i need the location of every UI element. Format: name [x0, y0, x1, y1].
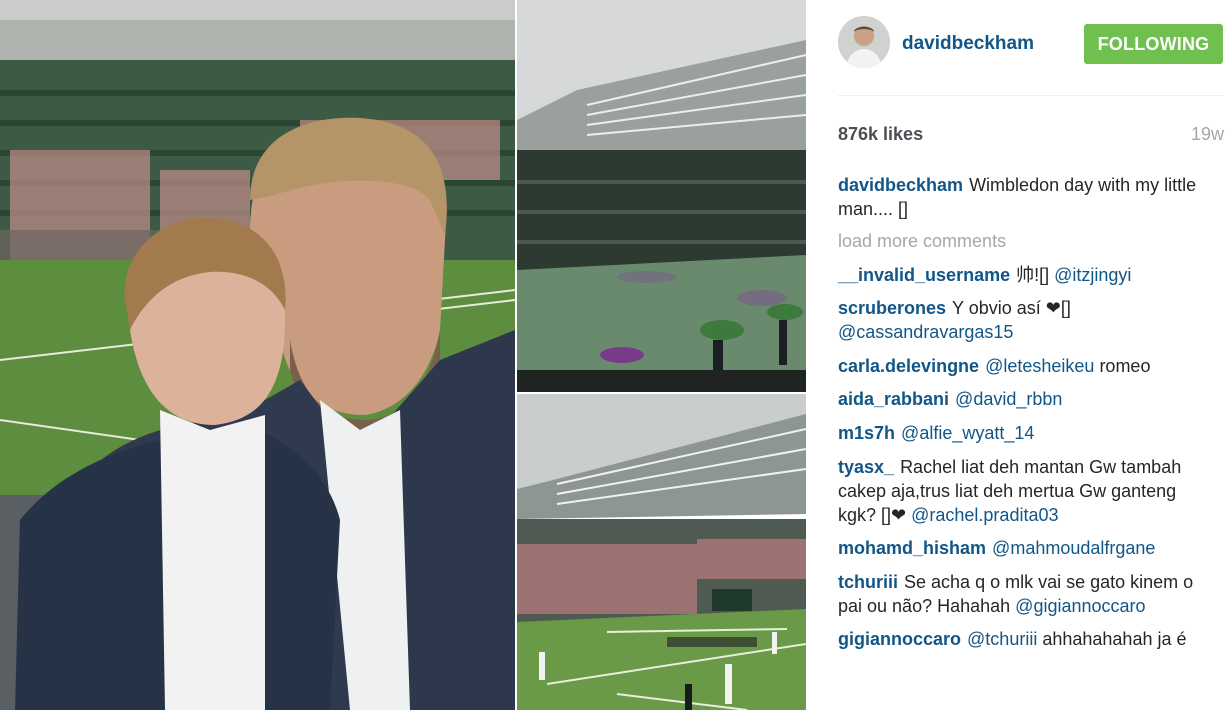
comment-username[interactable]: tyasx_: [838, 457, 894, 477]
photo-father-son[interactable]: [0, 0, 515, 710]
comment-item: tchuriii Se acha q o mlk vai se gato kine…: [838, 570, 1208, 618]
following-button[interactable]: FOLLOWING: [1084, 24, 1223, 64]
post-age[interactable]: 19w: [1191, 124, 1224, 145]
comment-item: aida_rabbani @david_rbbn: [838, 387, 1208, 411]
comment-username[interactable]: scruberones: [838, 298, 946, 318]
likes-count[interactable]: 876k likes: [838, 124, 923, 145]
comment-username[interactable]: tchuriii: [838, 572, 898, 592]
header-divider: [838, 95, 1224, 96]
post-photo-collage[interactable]: [0, 0, 806, 710]
post-author-username[interactable]: davidbeckham: [902, 33, 1034, 55]
comments-list: davidbeckham Wimbledon day with my little…: [838, 173, 1208, 661]
comment-mention[interactable]: @alfie_wyatt_14: [901, 423, 1034, 443]
comment-item: mohamd_hisham @mahmoudalfrgane: [838, 536, 1208, 560]
comment-mention[interactable]: @david_rbbn: [955, 389, 1062, 409]
photo-father-son-image: [0, 0, 515, 710]
post-details-panel: davidbeckham FOLLOWING 876k likes 19w da…: [806, 0, 1231, 710]
comment-mention[interactable]: @mahmoudalfrgane: [992, 538, 1155, 558]
comment-username[interactable]: aida_rabbani: [838, 389, 949, 409]
comment-username[interactable]: gigiannoccaro: [838, 629, 961, 649]
comment-mention[interactable]: @gigiannoccaro: [1015, 596, 1145, 616]
comment-mention[interactable]: @itzjingyi: [1054, 265, 1131, 285]
avatar[interactable]: [838, 16, 890, 68]
avatar-image: [838, 16, 890, 68]
comment-item: m1s7h @alfie_wyatt_14: [838, 421, 1208, 445]
likes-row: 876k likes 19w: [838, 124, 1224, 148]
post-header: davidbeckham FOLLOWING: [838, 16, 1228, 72]
comment-item: gigiannoccaro @tchuriii ahhahahahah ja é: [838, 627, 1208, 651]
comment-text-after: ahhahahahah ja é: [1042, 629, 1187, 650]
photo-centre-court-match-image: [517, 394, 806, 710]
comment-username[interactable]: carla.delevingne: [838, 356, 979, 376]
photo-centre-court-covered-image: [517, 0, 806, 392]
comment-text: Y obvio así ❤[]: [952, 298, 1071, 319]
comment-mention[interactable]: @rachel.pradita03: [911, 505, 1058, 525]
comment-username[interactable]: m1s7h: [838, 423, 895, 443]
comment-mention[interactable]: @tchuriii: [967, 629, 1037, 649]
caption: davidbeckham Wimbledon day with my little…: [838, 173, 1208, 221]
caption-username[interactable]: davidbeckham: [838, 175, 963, 195]
comment-username[interactable]: __invalid_username: [838, 265, 1010, 285]
comment-text-after: romeo: [1099, 355, 1151, 376]
comment-text: 帅![]: [1016, 264, 1050, 285]
photo-centre-court-covered[interactable]: [517, 0, 806, 392]
photo-centre-court-match[interactable]: [517, 394, 806, 710]
comment-item: carla.delevingne @letesheikeu romeo: [838, 354, 1208, 378]
comment-username[interactable]: mohamd_hisham: [838, 538, 986, 558]
comment-item: __invalid_username 帅![] @itzjingyi: [838, 263, 1208, 287]
load-more-comments-link[interactable]: load more comments: [838, 229, 1208, 253]
comment-item: scruberones Y obvio así ❤[] @cassandravar…: [838, 296, 1208, 344]
comment-item: tyasx_ Rachel liat deh mantan Gw tambah c…: [838, 455, 1208, 527]
comment-mention[interactable]: @cassandravargas15: [838, 322, 1013, 342]
comment-mention[interactable]: @letesheikeu: [985, 356, 1094, 376]
